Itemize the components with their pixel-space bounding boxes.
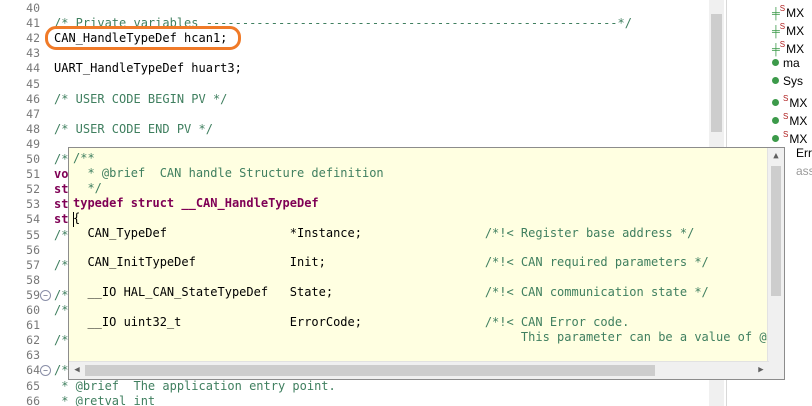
popup-code-line: __IO HAL_CAN_StateTypeDef State; /*!< CA… xyxy=(73,285,709,300)
outline-item-label: MX xyxy=(786,6,805,20)
line-number: 47 xyxy=(26,106,40,121)
static-marker-icon: S xyxy=(783,94,789,103)
line-number: 65 xyxy=(26,378,40,393)
function-icon xyxy=(772,99,779,106)
fold-toggle-icon[interactable]: − xyxy=(40,365,51,377)
outline-item-label: MX xyxy=(786,42,805,56)
popup-code-line: */ xyxy=(73,180,102,195)
static-marker-icon: S xyxy=(779,22,786,31)
code-line[interactable]: st xyxy=(54,197,68,211)
line-number: 42 xyxy=(26,31,40,46)
highlight-annotation xyxy=(45,26,241,50)
scroll-right-arrow-icon[interactable]: ▶ xyxy=(753,362,769,379)
line-number: 48 xyxy=(26,121,40,136)
outline-item-label: Sys xyxy=(783,74,804,88)
code-line[interactable]: /* xyxy=(54,258,68,272)
line-number: 60 xyxy=(26,303,40,317)
static-marker-icon: S xyxy=(783,112,789,121)
line-number: 52 xyxy=(26,182,40,197)
line-number: 56 xyxy=(26,242,40,257)
outline-item-label: MX xyxy=(789,132,808,146)
popup-code-line: __IO uint32_t ErrorCode; /*!< CAN Error … xyxy=(73,314,630,329)
line-number: 63 xyxy=(26,348,40,363)
scrollbar-thumb[interactable] xyxy=(771,166,781,296)
line-number: 62 xyxy=(26,333,40,348)
outline-item[interactable]: SMX xyxy=(772,109,807,129)
outline-item-label: MX xyxy=(789,96,808,110)
code-line[interactable]: /* USER CODE BEGIN PV */ xyxy=(54,92,227,106)
popup-code-line: { xyxy=(73,210,81,225)
line-number: 66 xyxy=(26,393,40,406)
text-caret xyxy=(73,212,74,227)
code-line[interactable]: /* xyxy=(54,333,68,347)
function-icon xyxy=(772,135,779,142)
line-number: 57 xyxy=(26,257,40,272)
outline-item-label: ma xyxy=(783,56,800,70)
scrollbar-corner xyxy=(768,362,784,379)
line-number: 41 xyxy=(26,16,40,31)
static-marker-icon: S xyxy=(779,40,786,49)
line-number: 43 xyxy=(26,46,40,61)
scrollbar-thumb[interactable] xyxy=(711,14,722,132)
function-icon xyxy=(772,59,779,66)
static-marker-icon: S xyxy=(783,130,789,139)
line-number: 40 xyxy=(26,1,40,15)
line-number: 64 xyxy=(26,363,40,378)
popup-code-line: CAN_InitTypeDef Init; /*!< CAN required … xyxy=(73,255,709,270)
outline-item[interactable]: Err xyxy=(796,145,812,161)
popup-vertical-scrollbar[interactable]: ▲ xyxy=(767,148,784,363)
line-number: 55 xyxy=(26,227,40,242)
scrollbar-thumb[interactable] xyxy=(85,365,655,376)
popup-code-line: This parameter can be a value of @ref xyxy=(73,329,785,344)
outline-item[interactable]: SMX xyxy=(772,127,807,147)
outline-item[interactable]: SMX xyxy=(772,91,807,111)
line-number: 50 xyxy=(26,152,40,166)
popup-code-line: typedef struct __CAN_HandleTypeDef xyxy=(73,195,319,210)
line-number: 59 xyxy=(26,287,40,302)
code-line[interactable]: UART_HandleTypeDef huart3; xyxy=(54,61,242,75)
line-number: 53 xyxy=(26,197,40,212)
line-number: 45 xyxy=(26,76,40,91)
popup-code-line: * @brief CAN handle Structure definition xyxy=(73,165,384,180)
line-number: 51 xyxy=(26,167,40,182)
code-line[interactable]: /* xyxy=(54,303,68,317)
code-line[interactable]: * @retval int xyxy=(54,394,155,406)
code-line[interactable]: /* xyxy=(54,152,68,166)
popup-code-line: /** xyxy=(73,151,95,165)
line-number: 54 xyxy=(26,212,40,227)
scroll-left-arrow-icon[interactable]: ◀ xyxy=(69,362,85,379)
outline-item-label: Err xyxy=(796,146,812,160)
line-number: 61 xyxy=(26,318,40,333)
popup-horizontal-scrollbar[interactable]: ◀ ▶ xyxy=(69,361,769,379)
code-line[interactable]: st xyxy=(54,182,68,196)
outline-item[interactable]: Sys xyxy=(772,73,803,89)
popup-code-line: CAN_TypeDef *Instance; /*!< Register bas… xyxy=(73,225,695,240)
static-marker-icon: S xyxy=(779,4,786,13)
line-number: 58 xyxy=(26,272,40,287)
code-line[interactable]: /* xyxy=(54,363,68,377)
scroll-up-arrow-icon[interactable]: ▲ xyxy=(768,148,784,164)
outline-item[interactable]: ass xyxy=(796,163,812,179)
code-line[interactable]: vo xyxy=(54,167,68,181)
outline-item-label: MX xyxy=(786,24,805,38)
outline-item-label: MX xyxy=(789,114,808,128)
function-icon xyxy=(772,77,779,84)
line-number: 46 xyxy=(26,91,40,106)
hover-info-popup[interactable]: /** * @brief CAN handle Structure defini… xyxy=(68,147,785,380)
line-number: 49 xyxy=(26,136,40,151)
code-line[interactable]: /* xyxy=(54,288,68,302)
code-line[interactable]: st xyxy=(54,212,68,226)
function-icon xyxy=(772,117,779,124)
line-number: 44 xyxy=(26,61,40,76)
outline-item[interactable]: ma xyxy=(772,55,800,71)
line-number-gutter: 40 41 42 43 44 45 46 47 48 49 50 51 52 53 54 55 56 57 58 59… xyxy=(0,0,51,406)
code-line[interactable]: * @brief The application entry point. xyxy=(54,379,336,393)
code-line[interactable]: /* xyxy=(54,228,68,242)
outline-item-label: ass xyxy=(796,164,812,178)
fold-toggle-icon[interactable]: − xyxy=(40,289,51,301)
code-line[interactable]: /* USER CODE END PV */ xyxy=(54,122,213,136)
